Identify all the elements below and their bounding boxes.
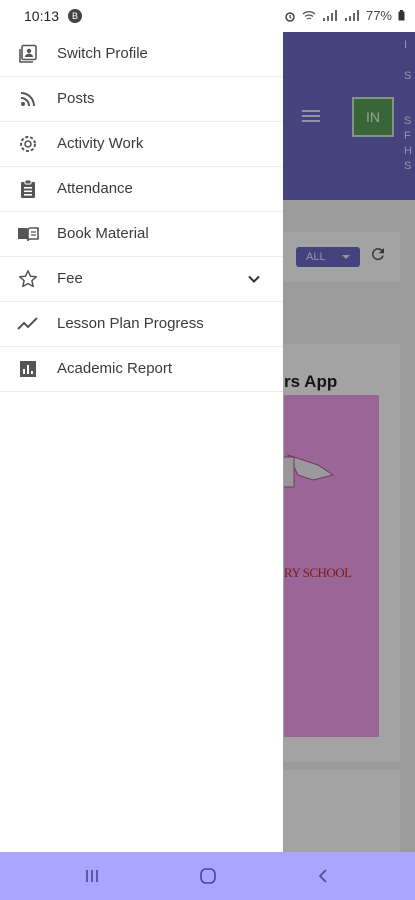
battery-percent: 77% <box>365 8 392 23</box>
menu-item-activity-work[interactable]: Activity Work <box>0 122 283 167</box>
battery-icon <box>398 10 405 21</box>
signal-icon-2 <box>344 9 359 21</box>
menu-label: Academic Report <box>57 360 173 377</box>
recents-icon[interactable] <box>72 864 112 888</box>
menu-item-academic-report[interactable]: Academic Report <box>0 347 283 392</box>
menu-label: Switch Profile <box>57 45 148 62</box>
status-time: 10:13 <box>24 8 60 24</box>
chevron-down-icon[interactable] <box>246 271 262 287</box>
status-icons: 77% <box>284 8 405 23</box>
clipboard-icon <box>17 178 39 200</box>
menu-item-lesson-plan-progress[interactable]: Lesson Plan Progress <box>0 302 283 347</box>
menu-label: Attendance <box>57 180 133 197</box>
menu-item-attendance[interactable]: Attendance <box>0 167 283 212</box>
notification-badge-icon: B <box>68 9 82 23</box>
activity-icon <box>17 133 39 155</box>
back-icon[interactable] <box>303 864 343 888</box>
menu-label: Activity Work <box>57 135 144 152</box>
menu-item-book-material[interactable]: Book Material <box>0 212 283 257</box>
menu-item-fee[interactable]: Fee <box>0 257 283 302</box>
menu-label: Book Material <box>57 225 149 242</box>
status-bar: 10:13 B 77% <box>0 0 415 32</box>
bar-chart-icon <box>17 358 39 380</box>
menu-label: Fee <box>57 270 83 287</box>
menu-item-switch-profile[interactable]: Switch Profile <box>0 32 283 77</box>
menu-item-posts[interactable]: Posts <box>0 77 283 122</box>
wifi-icon <box>302 10 316 20</box>
switch-profile-icon <box>17 43 39 65</box>
system-nav-bar <box>0 852 415 900</box>
signal-icon <box>322 9 337 21</box>
menu-label: Lesson Plan Progress <box>57 315 204 332</box>
menu-label: Posts <box>57 90 95 107</box>
star-icon <box>17 268 39 290</box>
trend-line-icon <box>17 313 39 335</box>
book-icon <box>17 223 39 245</box>
navigation-drawer: Switch Profile Posts Activity Work Atten… <box>0 32 283 852</box>
home-icon[interactable] <box>188 864 228 888</box>
alarm-icon <box>285 11 295 22</box>
rss-icon <box>17 88 39 110</box>
